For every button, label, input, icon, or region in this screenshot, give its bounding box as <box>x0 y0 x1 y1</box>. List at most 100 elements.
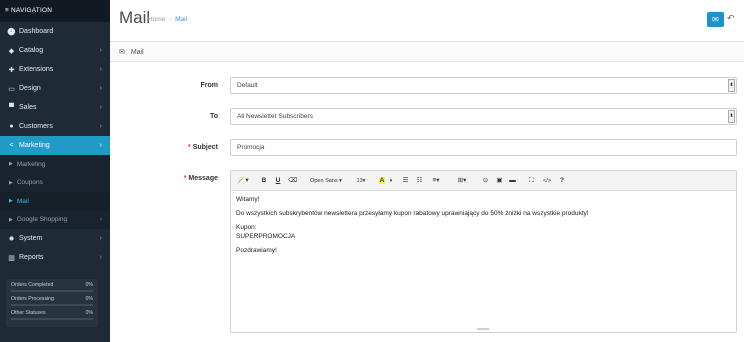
dashboard-icon: 🕘 <box>7 28 16 36</box>
stat-value: 0% <box>85 296 94 302</box>
subject-label-text: Subject <box>192 144 218 151</box>
monitor-icon: ▭ <box>8 85 15 93</box>
sidebar-subitem-label: Mail <box>16 197 29 205</box>
sidebar-subitem-label: Coupons <box>16 179 43 187</box>
eraser-icon[interactable]: ⌫ <box>288 175 297 187</box>
envelope-icon: ✉ <box>119 49 125 56</box>
to-label-text: To <box>209 113 218 120</box>
chevron-right-icon: › <box>99 142 102 149</box>
breadcrumb-current[interactable]: Mail <box>175 16 187 23</box>
chevron-right-icon: › <box>99 216 102 224</box>
caret-down-icon[interactable]: ▾ <box>388 175 394 187</box>
coupon-label: Kupon: <box>236 224 257 231</box>
message-line: Pozdrawiamy! <box>236 246 277 254</box>
font-size-select[interactable]: 13▾ <box>354 175 368 187</box>
page-header: Mail Home › Mail ✉ ↶ <box>110 0 744 41</box>
chevron-right-icon: › <box>99 104 102 111</box>
subject-input[interactable]: Promocja <box>230 139 737 156</box>
from-label: From <box>110 82 219 89</box>
help-icon[interactable]: ? <box>558 175 566 187</box>
subject-input-value: Promocja <box>237 144 265 151</box>
sidebar-subitem-google-shopping[interactable]: ▶ Google Shopping › <box>0 210 110 229</box>
sidebar-subitem-label: Marketing <box>16 160 46 168</box>
chevron-right-icon: › <box>99 47 102 54</box>
page-title: Mail <box>119 8 151 27</box>
code-view-icon[interactable]: </> <box>540 175 554 187</box>
sidebar-item-marketing[interactable]: < Marketing › <box>0 136 110 155</box>
stat-label: Orders Processing <box>11 296 54 302</box>
table-icon[interactable]: ⊞▾ <box>455 175 469 187</box>
sidebar-item-label: Design <box>19 85 41 92</box>
stat-orders-processing: Orders Processing 0% <box>11 296 93 306</box>
sidebar-item-label: Sales <box>19 104 37 111</box>
message-label: * Message <box>110 175 218 182</box>
chevron-right-icon: › <box>99 254 102 261</box>
message-line: Witamy! <box>236 196 260 203</box>
sidebar-item-sales[interactable]: ▀ Sales › <box>0 98 110 117</box>
nav-header: ≡ NAVIGATION <box>0 0 110 22</box>
stat-value: 0% <box>85 310 94 316</box>
sidebar-item-label: System <box>19 235 43 242</box>
sidebar-item-catalog[interactable]: ◆ Catalog › <box>0 41 110 60</box>
user-icon: ● <box>9 123 14 130</box>
stat-orders-completed: Orders Completed 0% <box>11 282 93 292</box>
ordered-list-icon[interactable]: ☷ <box>415 175 424 187</box>
font-family-select[interactable]: Open Sans ▾ <box>307 175 345 187</box>
from-label-text: From <box>200 82 219 89</box>
underline-button[interactable]: U <box>274 175 282 187</box>
sidebar-item-label: Dashboard <box>19 28 54 35</box>
stat-other-statuses: Other Statuses 0% <box>11 310 93 320</box>
send-button[interactable]: ✉ <box>707 12 724 27</box>
sidebar-subitem-coupons[interactable]: ▶ Coupons <box>0 173 110 192</box>
sidebar-item-label: Customers <box>19 123 53 130</box>
link-icon[interactable]: ⊝ <box>481 175 490 187</box>
breadcrumb-home[interactable]: Home <box>148 16 165 23</box>
magic-wand-icon[interactable]: 🪄▾ <box>236 175 250 187</box>
chevron-right-icon: › <box>99 235 102 242</box>
horizontal-rule-icon[interactable]: ▬ <box>508 175 517 187</box>
from-select[interactable]: Default ⬍ <box>230 77 737 94</box>
sidebar-item-design[interactable]: ▭ Design › <box>0 79 110 98</box>
sidebar-item-dashboard[interactable]: 🕘 Dashboard <box>0 22 110 41</box>
bar-chart-icon: ▥ <box>8 254 15 262</box>
sidebar-subitem-mail[interactable]: ▶ Mail <box>0 192 110 211</box>
fullscreen-icon[interactable]: ⛶ <box>527 175 536 187</box>
sidebar-item-customers[interactable]: ● Customers › <box>0 117 110 136</box>
sidebar-item-system[interactable]: ✹ System › <box>0 229 110 248</box>
sidebar-item-label: Marketing <box>19 142 50 149</box>
panel-title: Mail <box>130 49 144 56</box>
from-select-value: Default <box>237 82 258 89</box>
to-select[interactable]: All Newsletter Subscribers ⬍ <box>230 108 737 125</box>
tag-icon: ◆ <box>8 47 15 55</box>
stat-value: 0% <box>85 282 94 288</box>
message-coupon: Kupon: SUPERPROMOCJA <box>236 224 731 241</box>
sidebar-item-reports[interactable]: ▥ Reports › <box>0 248 110 267</box>
chevron-right-icon: › <box>99 85 102 92</box>
stat-label: Orders Completed <box>11 282 54 288</box>
select-arrow-icon: ⬍ <box>728 79 735 92</box>
bold-button[interactable]: B <box>260 175 268 187</box>
sidebar-subitem-label: Google Shopping <box>16 216 68 224</box>
breadcrumb: Home › Mail <box>148 16 187 23</box>
bullet-icon: ▶ <box>9 198 13 205</box>
resize-handle[interactable] <box>477 328 489 330</box>
image-icon[interactable]: ▣ <box>495 175 504 187</box>
editor-content[interactable]: Witamy! Do wszystkich subskrybentów news… <box>231 191 736 266</box>
subject-label: * Subject <box>110 144 218 151</box>
sidebar-item-extensions[interactable]: ✚ Extensions › <box>0 60 110 79</box>
stat-label: Other Statuses <box>11 310 46 316</box>
back-button[interactable]: ↶ <box>727 11 739 26</box>
puzzle-icon: ✚ <box>8 66 15 74</box>
sidebar-subitem-marketing[interactable]: ▶ Marketing <box>0 155 110 174</box>
chevron-right-icon: › <box>99 123 102 130</box>
progress-bar <box>11 290 93 292</box>
select-arrow-icon: ⬍ <box>728 110 735 123</box>
align-icon[interactable]: ≡▾ <box>429 175 443 187</box>
unordered-list-icon[interactable]: ☰ <box>401 175 410 187</box>
editor-toolbar: 🪄▾ B U ⌫ Open Sans ▾ 13▾ A ▾ ☰ ☷ ≡▾ ⊞▾ ⊝… <box>231 171 736 191</box>
panel-heading: ✉ Mail <box>110 41 744 62</box>
text-color-button[interactable]: A <box>377 175 387 187</box>
message-label-text: Message <box>188 175 218 182</box>
message-editor[interactable]: 🪄▾ B U ⌫ Open Sans ▾ 13▾ A ▾ ☰ ☷ ≡▾ ⊞▾ ⊝… <box>230 170 737 333</box>
share-icon: < <box>9 142 14 149</box>
